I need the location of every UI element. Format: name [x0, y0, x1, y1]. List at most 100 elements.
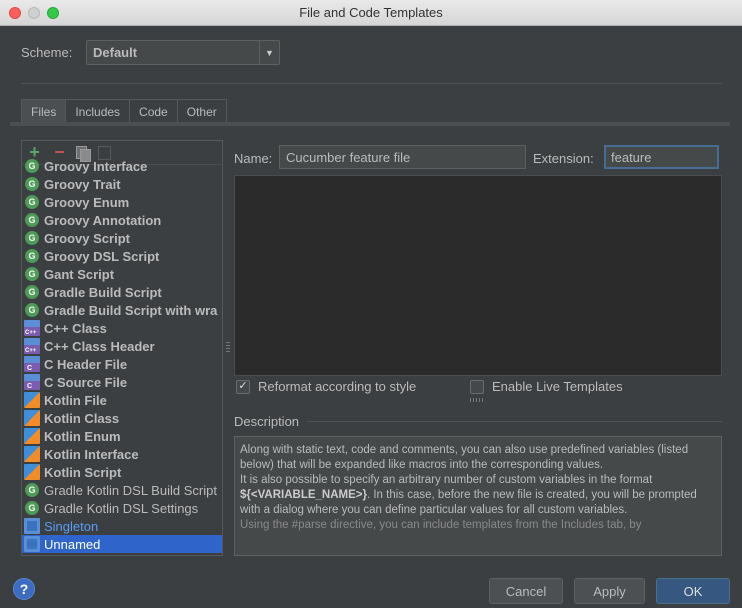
scheme-value: Default	[93, 45, 138, 60]
tab-includes[interactable]: Includes	[65, 99, 131, 123]
apply-button[interactable]: Apply	[574, 578, 645, 604]
list-item-label: Groovy Trait	[44, 176, 121, 192]
list-item[interactable]: G Gant Script	[22, 265, 222, 283]
list-item-label: Groovy Interface	[44, 158, 148, 174]
divider	[307, 421, 722, 422]
description-box[interactable]: Along with static text, code and comment…	[234, 436, 722, 556]
reformat-label: Reformat according to style	[258, 379, 417, 394]
scheme-label: Scheme:	[21, 45, 73, 60]
kotlin-icon	[24, 464, 40, 480]
reformat-option[interactable]: ✓ Reformat according to style	[236, 379, 416, 394]
list-item-label: C++ Class Header	[44, 338, 155, 354]
chevron-down-icon[interactable]: ▼	[259, 41, 279, 64]
list-item[interactable]: Unnamed	[22, 535, 222, 553]
description-paragraph: Along with static text, code and comment…	[240, 444, 689, 471]
list-item-label: Singleton	[44, 518, 99, 534]
live-templates-option[interactable]: Enable Live Templates	[470, 379, 623, 394]
divider	[21, 83, 722, 84]
extension-label: Extension:	[533, 151, 594, 166]
reformat-checkbox[interactable]: ✓	[236, 379, 250, 394]
description-paragraph: Using the #parse directive, you can incl…	[240, 519, 642, 531]
list-item[interactable]: Kotlin Enum	[22, 427, 222, 445]
list-item-label: C Source File	[44, 374, 128, 390]
list-item-label: Gant Script	[44, 266, 115, 282]
template-code-editor[interactable]	[234, 175, 722, 376]
tab-code[interactable]: Code	[129, 99, 178, 123]
list-item-label: Kotlin Interface	[44, 446, 139, 462]
file-icon	[24, 518, 40, 534]
groovy-icon: G	[25, 303, 39, 317]
list-item[interactable]: G Groovy Interface	[22, 157, 222, 175]
list-item[interactable]: G Groovy DSL Script	[22, 247, 222, 265]
list-item[interactable]: G Gradle Kotlin DSL Build Script	[22, 481, 222, 499]
groovy-icon: G	[25, 483, 39, 497]
groovy-icon: G	[25, 177, 39, 191]
vertical-splitter-handle[interactable]	[226, 342, 230, 354]
list-item-label: Gradle Kotlin DSL Build Script	[44, 482, 217, 498]
c-icon	[24, 356, 40, 372]
c-icon	[24, 374, 40, 390]
description-paragraph: It is also possible to specify an arbitr…	[240, 473, 716, 518]
list-item[interactable]: G Gradle Build Script with wra	[22, 301, 222, 319]
list-item[interactable]: G Groovy Script	[22, 229, 222, 247]
list-item-label: C Header File	[44, 356, 128, 372]
variable-syntax: ${<VARIABLE_NAME>}	[240, 489, 367, 501]
list-item-label: Kotlin Script	[44, 464, 122, 480]
list-item[interactable]: G Groovy Annotation	[22, 211, 222, 229]
name-input[interactable]	[279, 145, 526, 169]
list-item-label: C++ Class	[44, 320, 107, 336]
list-item-label: Gradle Build Script	[44, 284, 162, 300]
list-item[interactable]: C++ Class Header	[22, 337, 222, 355]
list-item[interactable]: Kotlin File	[22, 391, 222, 409]
groovy-icon: G	[25, 249, 39, 263]
kotlin-icon	[24, 392, 40, 408]
list-item[interactable]: Singleton	[22, 517, 222, 535]
live-templates-checkbox[interactable]	[470, 379, 484, 394]
help-icon[interactable]: ?	[13, 578, 35, 600]
list-item-label: Groovy Script	[44, 230, 130, 246]
horizontal-splitter-handle[interactable]	[470, 398, 484, 402]
tab-bar: Files Includes Code Other	[21, 99, 227, 123]
kotlin-icon	[24, 446, 40, 462]
name-label: Name:	[234, 151, 273, 166]
live-templates-label: Enable Live Templates	[492, 379, 623, 394]
list-item[interactable]: G Gradle Kotlin DSL Settings	[22, 499, 222, 517]
kotlin-icon	[24, 410, 40, 426]
tab-underline	[10, 122, 730, 126]
groovy-icon: G	[25, 159, 39, 173]
list-item[interactable]: G Gradle Build Script	[22, 283, 222, 301]
list-item-label: Kotlin Enum	[44, 428, 121, 444]
extension-input[interactable]	[604, 145, 719, 169]
cpp-icon	[24, 320, 40, 336]
list-item[interactable]: C Header File	[22, 355, 222, 373]
groovy-icon: G	[25, 501, 39, 515]
list-item-label: Groovy Enum	[44, 194, 130, 210]
window-title: File and Code Templates	[299, 5, 443, 20]
list-item[interactable]: G Groovy Trait	[22, 175, 222, 193]
description-text: It is also possible to specify an arbitr…	[240, 474, 653, 486]
list-item[interactable]: Kotlin Class	[22, 409, 222, 427]
list-item-label: Groovy Annotation	[44, 212, 162, 228]
template-list[interactable]: G Groovy Interface G Groovy Trait G Groovy En…	[22, 157, 222, 553]
scheme-select[interactable]: Default ▼	[86, 40, 280, 65]
list-item[interactable]: C Source File	[22, 373, 222, 391]
list-item-label: Gradle Kotlin DSL Settings	[44, 500, 199, 516]
groovy-icon: G	[25, 213, 39, 227]
cancel-button[interactable]: Cancel	[489, 578, 563, 604]
list-item-label: Kotlin Class	[44, 410, 120, 426]
list-item[interactable]: G Groovy Enum	[22, 193, 222, 211]
ok-button[interactable]: OK	[656, 578, 730, 604]
title-bar: File and Code Templates	[0, 0, 742, 26]
cpp-icon	[24, 338, 40, 354]
tab-other[interactable]: Other	[176, 99, 227, 123]
tab-files[interactable]: Files	[21, 99, 67, 123]
groovy-icon: G	[25, 285, 39, 299]
list-item-label: Gradle Build Script with wra	[44, 302, 218, 318]
list-item-label: Groovy DSL Script	[44, 248, 160, 264]
kotlin-icon	[24, 428, 40, 444]
list-item[interactable]: Kotlin Script	[22, 463, 222, 481]
list-item-label: Unnamed	[44, 536, 101, 552]
list-item[interactable]: C++ Class	[22, 319, 222, 337]
template-list-panel: + − G Groovy Interface G Groovy Trait G Groov…	[21, 140, 223, 556]
list-item[interactable]: Kotlin Interface	[22, 445, 222, 463]
